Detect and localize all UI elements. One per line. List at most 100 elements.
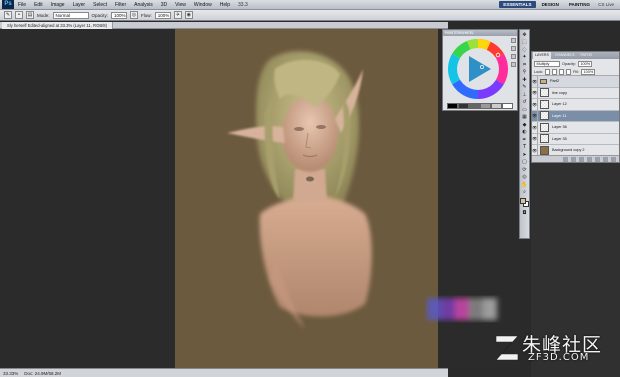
history-brush-tool-icon[interactable]: ↺ [520, 99, 529, 105]
visibility-eye-icon[interactable]: 👁 [532, 87, 538, 99]
marquee-tool-icon[interactable]: ⬚ [520, 39, 529, 45]
lock-pixels-icon[interactable] [552, 68, 558, 75]
clone-stamp-tool-icon[interactable]: ⊥ [520, 92, 529, 98]
layer-row[interactable]: 👁 Layer 35 [532, 133, 619, 145]
panel-option-button[interactable] [511, 62, 516, 67]
crop-tool-icon[interactable]: ⌗ [520, 62, 529, 68]
healing-tool-icon[interactable]: ✚ [520, 77, 529, 83]
status-zoom[interactable]: 33.33% [3, 371, 18, 376]
panel-option-button[interactable] [511, 46, 516, 51]
layer-thumbnail [540, 122, 549, 132]
swatch[interactable] [480, 103, 491, 109]
workspace-essentials[interactable]: ESSENTIALS [499, 1, 536, 8]
3d-rotate-tool-icon[interactable]: ⟳ [520, 167, 529, 173]
tab-paths[interactable]: PATHS [579, 52, 594, 59]
shape-tool-icon[interactable]: ▢ [520, 159, 529, 165]
layer-row[interactable]: 👁 Layer 36 [532, 121, 619, 134]
hue-ring-icon[interactable] [447, 38, 509, 100]
swatch[interactable] [502, 103, 513, 109]
foreground-color-swatch[interactable] [520, 198, 526, 204]
mask-icon[interactable] [579, 156, 584, 162]
brush-panel-icon[interactable]: ▤ [26, 11, 34, 19]
quick-mask-icon[interactable]: ◘ [520, 210, 529, 216]
type-tool-icon[interactable]: T [520, 144, 529, 150]
link-layers-icon[interactable] [563, 156, 568, 162]
menu-file[interactable]: File [14, 0, 30, 10]
layer-row[interactable]: 👁 Part2 [532, 75, 619, 88]
menu-analysis[interactable]: Analysis [130, 0, 157, 10]
layer-row[interactable]: 👁 line copy [532, 87, 619, 99]
dodge-tool-icon[interactable]: ◐ [520, 129, 529, 135]
menu-view[interactable]: View [171, 0, 190, 10]
panel-option-button[interactable] [511, 38, 516, 43]
swatch[interactable] [447, 103, 458, 109]
visibility-eye-icon[interactable]: 👁 [532, 110, 538, 122]
workspace-design[interactable]: DESIGN [538, 1, 563, 8]
adjustment-icon[interactable] [587, 156, 592, 162]
color-wheel-panel: PAINTER/WHEEL [442, 29, 518, 111]
cs-live-button[interactable]: CS Live [598, 1, 614, 9]
mode-dropdown[interactable]: Normal [52, 11, 89, 19]
swatch[interactable] [458, 103, 469, 109]
pressure-opacity-icon[interactable]: ◎ [130, 11, 139, 19]
lock-position-icon[interactable] [559, 68, 565, 75]
move-tool-icon[interactable]: ✥ [520, 32, 529, 38]
layer-name: Layer 11 [552, 113, 567, 118]
layer-row[interactable]: 👁 Layer 11 [532, 110, 619, 122]
lock-transparency-icon[interactable] [545, 68, 551, 75]
new-layer-icon[interactable] [603, 156, 608, 162]
flow-field[interactable]: 100% [154, 11, 171, 19]
document-tab[interactable]: Sly herself Edited-aligned at 33.3% (Lay… [2, 22, 114, 29]
eyedropper-tool-icon[interactable]: ⚲ [520, 69, 529, 75]
eraser-tool-icon[interactable]: ▭ [520, 107, 529, 113]
visibility-eye-icon[interactable]: 👁 [532, 133, 538, 145]
blend-mode-dropdown[interactable]: Multiply [534, 60, 560, 67]
visibility-eye-icon[interactable]: 👁 [532, 75, 538, 87]
visibility-eye-icon[interactable]: 👁 [532, 121, 538, 133]
brush-tool-icon[interactable]: ✎ [4, 11, 12, 19]
layer-row[interactable]: 👁 Layer 12 [532, 98, 619, 111]
artboard[interactable] [175, 29, 438, 368]
airbrush-icon[interactable]: ✈ [173, 11, 182, 19]
menu-edit[interactable]: Edit [30, 0, 47, 10]
color-wheel[interactable] [447, 38, 509, 100]
trash-icon[interactable] [611, 156, 616, 162]
hand-tool-icon[interactable]: ✋ [520, 182, 529, 188]
menu-image[interactable]: Image [47, 0, 69, 10]
lasso-tool-icon[interactable]: ◌ [520, 47, 529, 53]
tab-layers[interactable]: LAYERS [533, 52, 551, 59]
menu-window[interactable]: Window [190, 0, 216, 10]
opacity-field[interactable]: 100% [111, 11, 128, 19]
path-select-tool-icon[interactable]: ➤ [520, 152, 529, 158]
pen-tool-icon[interactable]: ✒ [520, 137, 529, 143]
layer-thumbnail [540, 145, 549, 155]
pressure-size-icon[interactable]: ◉ [184, 11, 193, 19]
menu-3d[interactable]: 3D [157, 0, 171, 10]
visibility-eye-icon[interactable]: 👁 [532, 98, 538, 110]
gradient-tool-icon[interactable]: ▦ [520, 114, 529, 120]
layer-opacity-field[interactable]: 100% [577, 60, 592, 67]
brush-preset-icon[interactable]: • [15, 11, 23, 19]
zoom-tool-icon[interactable]: ⌕ [520, 189, 529, 195]
tab-channels[interactable]: CHANNELS [553, 52, 577, 59]
fill-field[interactable]: 100% [580, 68, 595, 75]
color-swatches[interactable] [520, 198, 529, 208]
workspace-painting[interactable]: PAINTING [565, 1, 594, 8]
swatch[interactable] [469, 103, 480, 109]
menu-select[interactable]: Select [89, 0, 111, 10]
fx-icon[interactable] [571, 156, 576, 162]
color-panel-options [511, 38, 516, 67]
menu-help[interactable]: Help [216, 0, 234, 10]
swatch[interactable] [491, 103, 502, 109]
blur-tool-icon[interactable]: ◆ [520, 122, 529, 128]
menu-filter[interactable]: Filter [111, 0, 130, 10]
new-group-icon[interactable] [595, 156, 600, 162]
3d-orbit-tool-icon[interactable]: ◎ [520, 174, 529, 180]
canvas-area[interactable] [0, 29, 448, 368]
brush-tool-icon[interactable]: ✎ [520, 84, 529, 90]
zoom-indicator[interactable]: 33.3 [238, 0, 248, 10]
lock-all-icon[interactable] [566, 68, 572, 75]
menu-layer[interactable]: Layer [69, 0, 90, 10]
quick-select-tool-icon[interactable]: ✦ [520, 54, 529, 60]
panel-option-button[interactable] [511, 54, 516, 59]
